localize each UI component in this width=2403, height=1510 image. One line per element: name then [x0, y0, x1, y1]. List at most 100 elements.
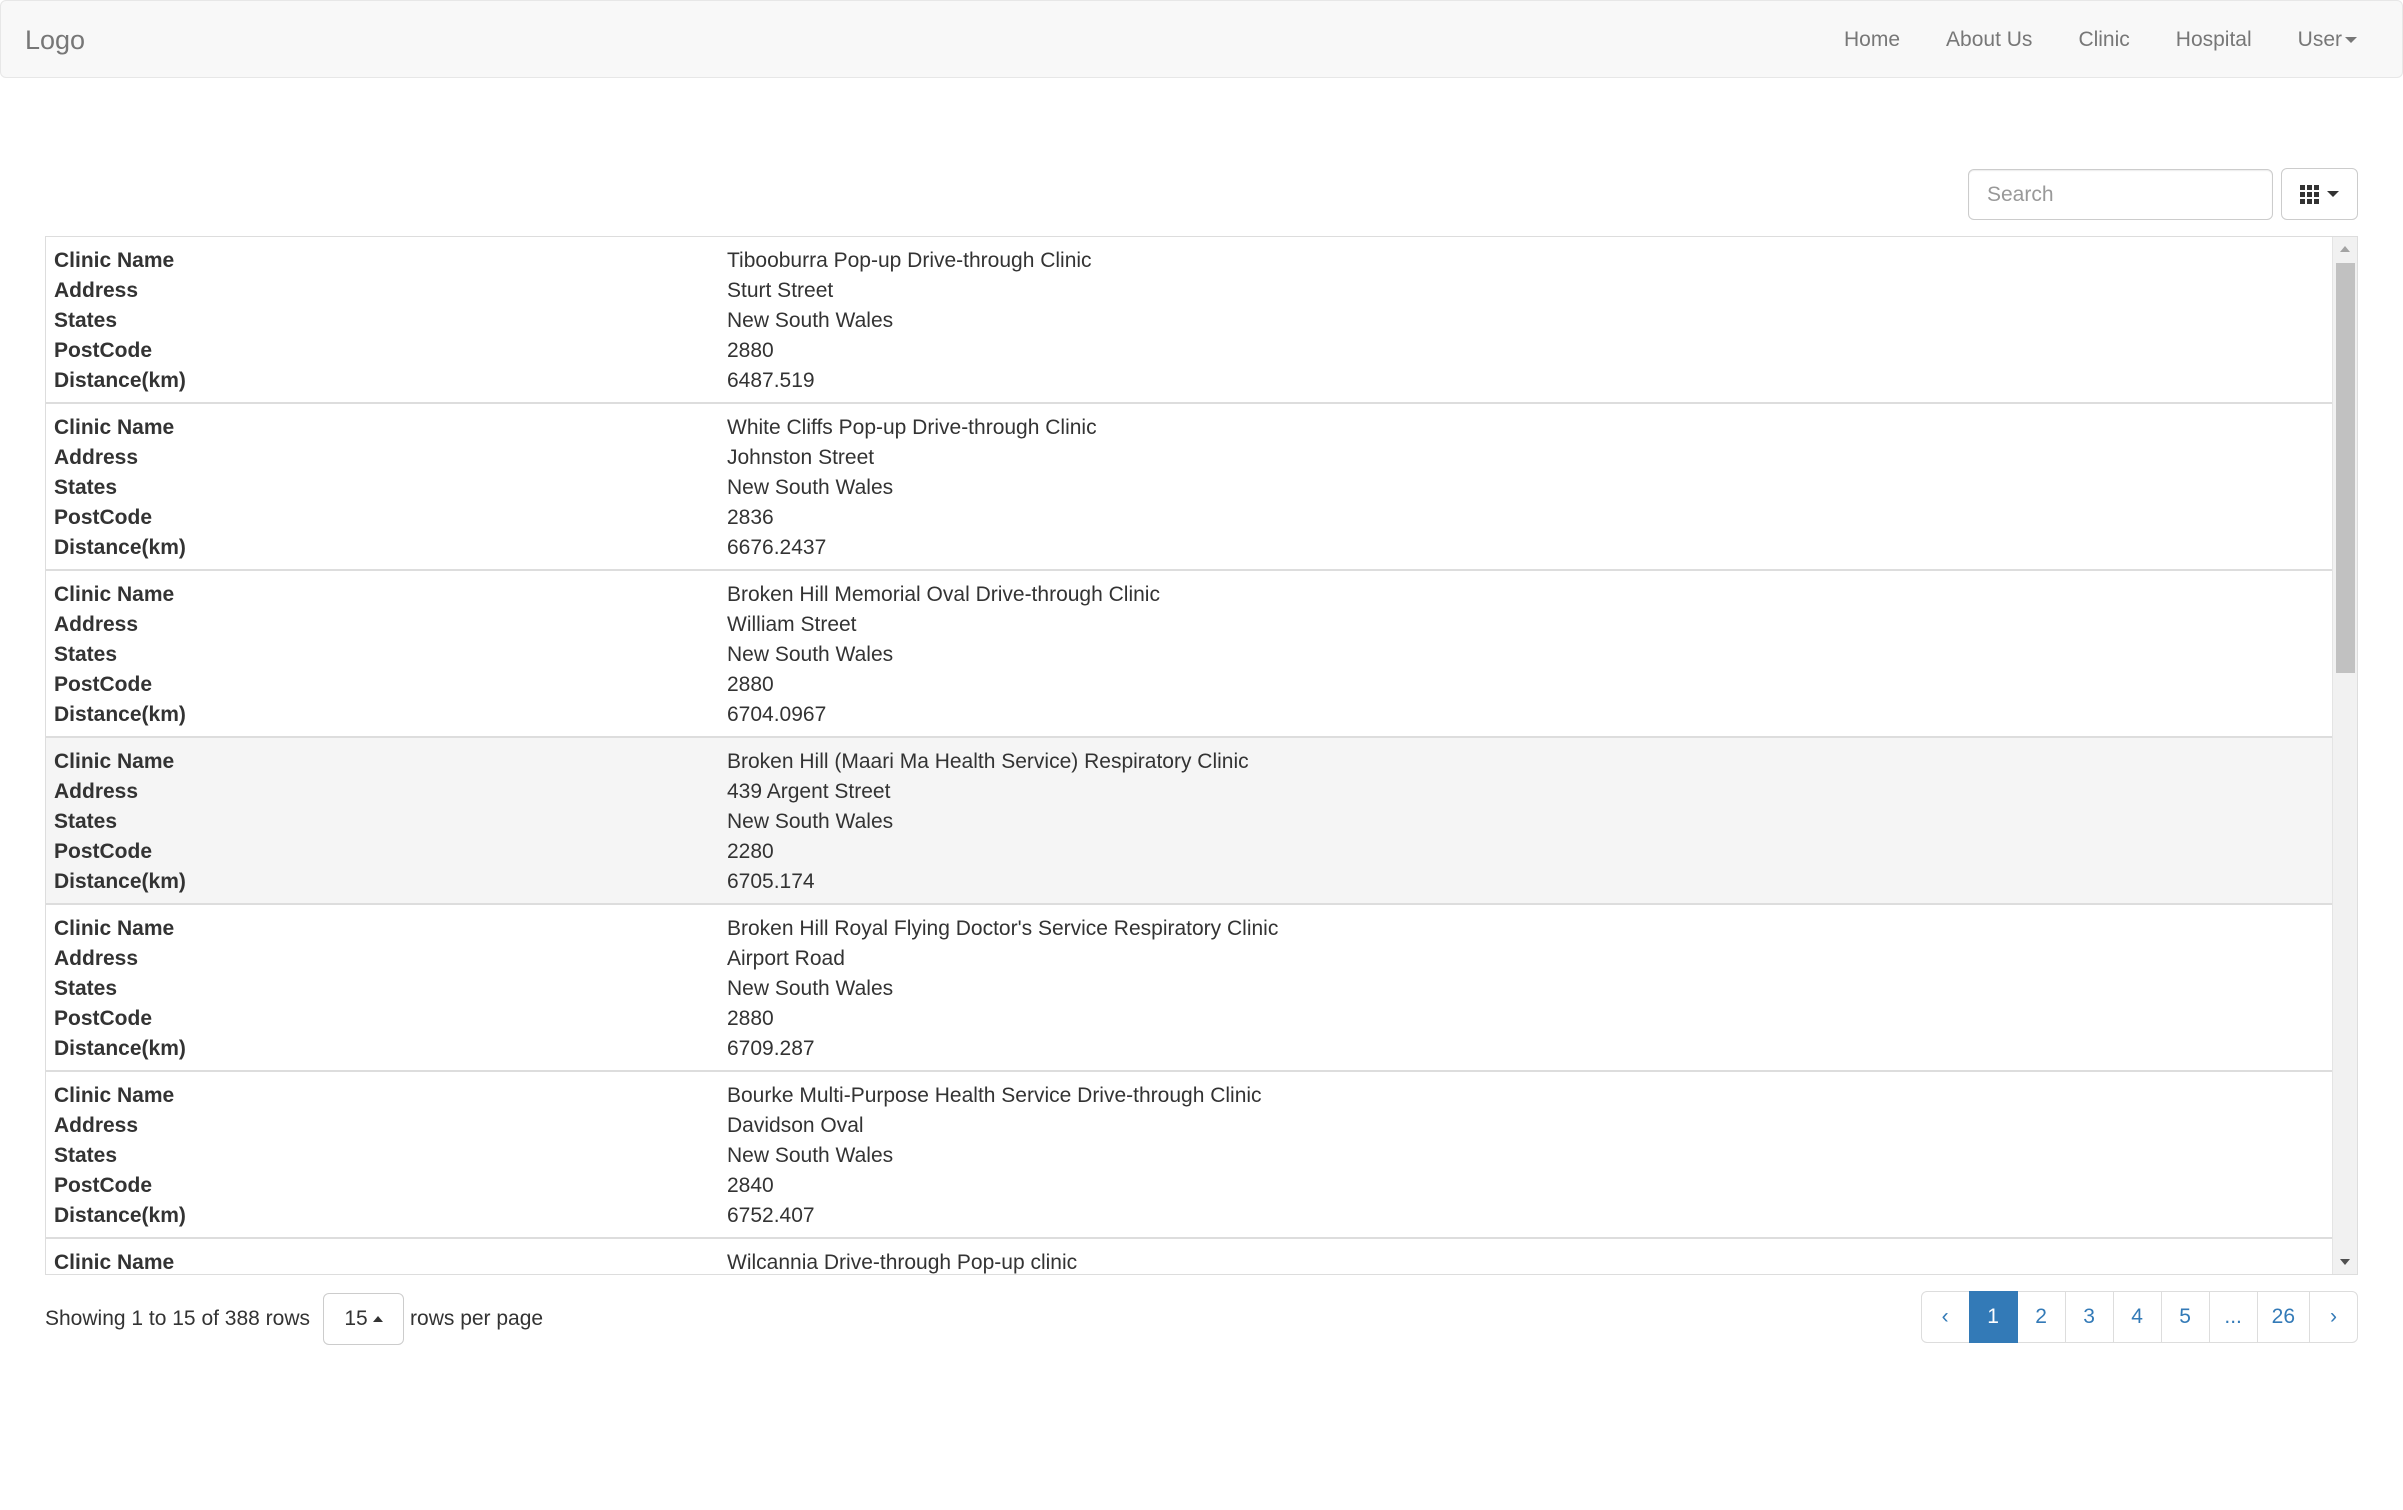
nav-clinic[interactable]: Clinic: [2055, 1, 2152, 79]
field-value-state: New South Wales: [727, 1144, 894, 1167]
field-row-distance: Distance(km) 6752.407: [46, 1201, 2332, 1231]
field-value-clinic-name: Wilcannia Drive-through Pop-up clinic: [727, 1251, 1078, 1274]
field-label-address: Address: [54, 279, 139, 302]
field-row-clinic-name: Clinic Name Bourke Multi-Purpose Health S…: [46, 1081, 2332, 1111]
navbar: Logo Home About Us Clinic Hospital User: [0, 0, 2403, 78]
field-label-clinic-name: Clinic Name: [54, 1251, 175, 1274]
field-value-state: New South Wales: [727, 810, 894, 833]
field-label-clinic-name: Clinic Name: [54, 583, 175, 606]
field-row-state: States New South Wales: [46, 473, 2332, 503]
nav-home[interactable]: Home: [1821, 1, 1923, 79]
field-label-state: States: [54, 309, 118, 332]
field-label-distance: Distance(km): [54, 870, 186, 893]
clinic-table: Clinic Name Tibooburra Pop-up Drive-throu…: [45, 236, 2358, 1275]
field-value-address: Johnston Street: [727, 446, 875, 469]
field-label-postcode: PostCode: [54, 840, 153, 863]
caret-up-icon: [372, 1316, 383, 1322]
table-body[interactable]: Clinic Name Tibooburra Pop-up Drive-throu…: [46, 237, 2332, 1274]
nav-hospital[interactable]: Hospital: [2153, 1, 2275, 79]
field-value-state: New South Wales: [727, 977, 894, 1000]
field-row-distance: Distance(km) 6676.2437: [46, 533, 2332, 563]
field-value-clinic-name: Broken Hill Memorial Oval Drive-through …: [727, 583, 1160, 606]
field-row-postcode: PostCode 2880: [46, 1004, 2332, 1034]
field-value-state: New South Wales: [727, 309, 894, 332]
page-button-2[interactable]: 2: [2016, 1291, 2066, 1343]
field-value-state: New South Wales: [727, 643, 894, 666]
field-value-address: Davidson Oval: [727, 1114, 864, 1137]
field-value-postcode: 2880: [727, 1007, 774, 1030]
field-value-distance: 6752.407: [727, 1204, 815, 1227]
table-row[interactable]: Clinic Name Broken Hill Royal Flying Doct…: [46, 905, 2332, 1072]
search-input[interactable]: [1968, 169, 2273, 220]
field-value-distance: 6487.519: [727, 369, 815, 392]
page-button-5[interactable]: 5: [2160, 1291, 2210, 1343]
field-row-state: States New South Wales: [46, 640, 2332, 670]
field-value-postcode: 2836: [727, 506, 774, 529]
field-label-clinic-name: Clinic Name: [54, 249, 175, 272]
field-row-address: Address Johnston Street: [46, 443, 2332, 473]
field-row-postcode: PostCode 2840: [46, 1171, 2332, 1201]
page-button-4[interactable]: 4: [2112, 1291, 2162, 1343]
field-value-distance: 6704.0967: [727, 703, 827, 726]
field-value-address: William Street: [727, 613, 857, 636]
scroll-up-arrow-icon[interactable]: [2340, 246, 2350, 252]
field-label-distance: Distance(km): [54, 1204, 186, 1227]
field-row-distance: Distance(km) 6705.174: [46, 867, 2332, 897]
field-label-distance: Distance(km): [54, 369, 186, 392]
scroll-down-arrow-icon[interactable]: [2340, 1259, 2350, 1265]
brand-logo[interactable]: Logo: [25, 1, 85, 79]
field-label-address: Address: [54, 446, 139, 469]
nav-about-us[interactable]: About Us: [1923, 1, 2055, 79]
field-value-clinic-name: White Cliffs Pop-up Drive-through Clinic: [727, 416, 1097, 439]
field-row-clinic-name: Clinic Name Broken Hill (Maari Ma Health …: [46, 747, 2332, 777]
pagination-info: Showing 1 to 15 of 388 rows 15 rows per …: [45, 1293, 543, 1345]
table-row[interactable]: Clinic Name Wilcannia Drive-through Pop-u…: [46, 1239, 2332, 1274]
field-label-clinic-name: Clinic Name: [54, 416, 175, 439]
pagination-summary: Showing 1 to 15 of 388 rows: [45, 1307, 311, 1330]
table-row[interactable]: Clinic Name Broken Hill (Maari Ma Health …: [46, 738, 2332, 905]
prev-page-button[interactable]: ‹: [1920, 1291, 1970, 1343]
field-label-address: Address: [54, 780, 139, 803]
table-row[interactable]: Clinic Name Tibooburra Pop-up Drive-throu…: [46, 237, 2332, 404]
field-label-state: States: [54, 476, 118, 499]
field-row-address: Address William Street: [46, 610, 2332, 640]
field-row-clinic-name: Clinic Name Tibooburra Pop-up Drive-throu…: [46, 246, 2332, 276]
field-row-postcode: PostCode 2280: [46, 837, 2332, 867]
field-label-state: States: [54, 643, 118, 666]
page-button-26[interactable]: 26: [2256, 1291, 2310, 1343]
field-value-address: Airport Road: [727, 947, 845, 970]
field-row-clinic-name: Clinic Name Wilcannia Drive-through Pop-u…: [46, 1248, 2332, 1274]
field-row-address: Address Davidson Oval: [46, 1111, 2332, 1141]
page-size-dropdown[interactable]: 15: [323, 1293, 405, 1345]
table-row[interactable]: Clinic Name White Cliffs Pop-up Drive-thr…: [46, 404, 2332, 571]
field-row-address: Address Sturt Street: [46, 276, 2332, 306]
field-row-distance: Distance(km) 6704.0967: [46, 700, 2332, 730]
vertical-scrollbar[interactable]: [2332, 237, 2357, 1274]
columns-toggle-button[interactable]: [2281, 168, 2358, 220]
field-row-state: States New South Wales: [46, 1141, 2332, 1171]
field-value-address: Sturt Street: [727, 279, 834, 302]
field-value-clinic-name: Tibooburra Pop-up Drive-through Clinic: [727, 249, 1092, 272]
field-label-clinic-name: Clinic Name: [54, 1084, 175, 1107]
field-row-clinic-name: Clinic Name Broken Hill Royal Flying Doct…: [46, 914, 2332, 944]
field-label-postcode: PostCode: [54, 1007, 153, 1030]
field-row-state: States New South Wales: [46, 306, 2332, 336]
scrollbar-thumb[interactable]: [2336, 263, 2355, 673]
field-value-clinic-name: Broken Hill Royal Flying Doctor's Servic…: [727, 917, 1279, 940]
user-dropdown[interactable]: User: [2275, 1, 2380, 79]
next-page-button[interactable]: ›: [2309, 1291, 2358, 1343]
field-label-postcode: PostCode: [54, 1174, 153, 1197]
page-button-3[interactable]: 3: [2064, 1291, 2114, 1343]
field-label-clinic-name: Clinic Name: [54, 750, 175, 773]
field-label-state: States: [54, 977, 118, 1000]
table-row[interactable]: Clinic Name Bourke Multi-Purpose Health S…: [46, 1072, 2332, 1239]
page-button-1[interactable]: 1: [1968, 1291, 2018, 1343]
caret-down-icon: [2345, 37, 2357, 44]
field-value-address: 439 Argent Street: [727, 780, 891, 803]
field-value-distance: 6709.287: [727, 1037, 815, 1060]
caret-down-icon: [2327, 191, 2339, 197]
field-label-distance: Distance(km): [54, 1037, 186, 1060]
page-ellipsis[interactable]: ...: [2208, 1291, 2258, 1343]
table-row[interactable]: Clinic Name Broken Hill Memorial Oval Dri…: [46, 571, 2332, 738]
field-label-state: States: [54, 1144, 118, 1167]
